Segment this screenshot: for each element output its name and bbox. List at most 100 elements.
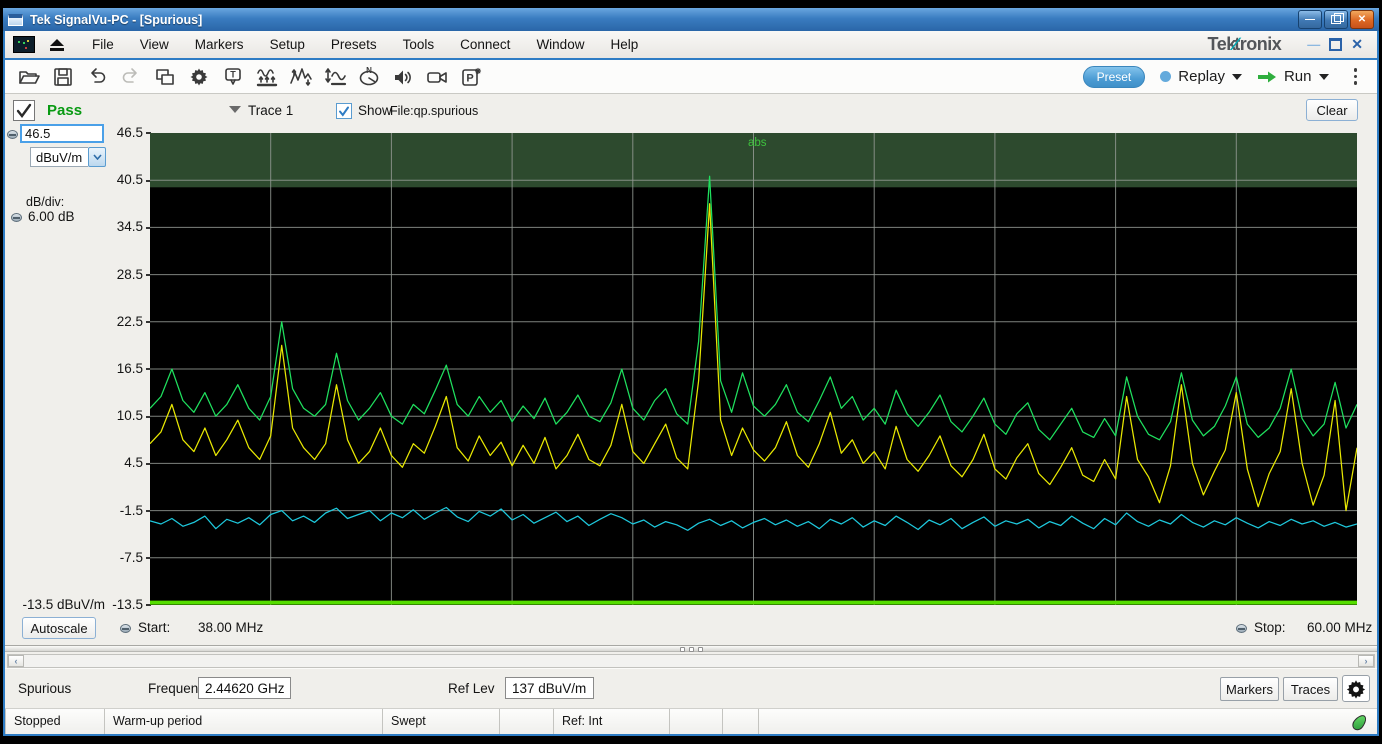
measurement-display: Pass Trace 1 Show File:qp.spurious Clear… (5, 94, 1377, 668)
menu-item-view[interactable]: View (127, 37, 182, 52)
toolbar: T N P Preset Replay (5, 60, 1377, 94)
menu-item-window[interactable]: Window (523, 37, 597, 52)
run-caret-icon[interactable] (1319, 74, 1329, 80)
replay-caret-icon[interactable] (1232, 74, 1242, 80)
trace-search-icon[interactable] (285, 63, 316, 91)
stop-freq-knob-icon[interactable] (1236, 624, 1247, 633)
trace-file-label: File:qp.spurious (390, 104, 478, 118)
run-arrow-icon (1257, 70, 1277, 84)
menu-item-help[interactable]: Help (597, 37, 651, 52)
splitter-grip[interactable] (669, 647, 713, 651)
stop-freq-label: Stop: (1254, 620, 1286, 635)
windows-icon[interactable] (149, 63, 180, 91)
y-tick-label: 16.5 (97, 361, 151, 377)
brand-left: Tek (1208, 34, 1236, 55)
clear-button[interactable]: Clear (1306, 99, 1358, 121)
y-tick-label: 4.5 (97, 455, 151, 471)
analysis-gauge-icon[interactable]: N (353, 63, 384, 91)
app-display-icon[interactable] (13, 36, 35, 53)
restore-button[interactable] (1324, 10, 1348, 29)
mdi-close-button[interactable]: ✕ (1351, 36, 1363, 53)
spectrum-plot[interactable]: abs (150, 133, 1357, 605)
mdi-minimize-button[interactable]: — (1307, 37, 1320, 52)
status-cells: StoppedWarm-up periodSweptRef: Int (5, 709, 759, 735)
db-per-div-value[interactable]: 6.00 dB (28, 209, 75, 224)
traces-button[interactable]: Traces (1283, 677, 1338, 701)
open-icon[interactable] (13, 63, 44, 91)
ref-lev-input[interactable] (505, 677, 594, 699)
marker-tag-icon[interactable]: T (217, 63, 248, 91)
db-per-div-knob-icon[interactable] (11, 213, 22, 222)
app-window-icon (8, 14, 23, 26)
replay-control[interactable]: Replay (1160, 68, 1242, 85)
amplitude-icon[interactable] (319, 63, 350, 91)
gear-icon (1345, 678, 1367, 700)
stop-freq-value[interactable]: 60.00 MHz (1307, 620, 1372, 635)
status-cell-2: Swept (383, 709, 500, 735)
menu-item-setup[interactable]: Setup (257, 37, 318, 52)
title-bar[interactable]: Tek SignalVu-PC - [Spurious] — ✕ (3, 8, 1379, 31)
status-cell-0: Stopped (5, 709, 105, 735)
bottom-level-label: -13.5 dBuV/m (5, 597, 105, 612)
trace-selector-label[interactable]: Trace 1 (248, 103, 293, 118)
eject-icon[interactable] (49, 39, 65, 51)
video-capture-icon[interactable] (421, 63, 452, 91)
start-freq-value[interactable]: 38.00 MHz (198, 620, 263, 635)
y-axis-labels: 46.540.534.528.522.516.510.54.5-1.5-7.5-… (97, 133, 151, 605)
settings-button[interactable] (1342, 675, 1370, 702)
run-control[interactable]: Run (1257, 68, 1329, 85)
unit-value: dBuV/m (30, 147, 88, 167)
scroll-left-button[interactable]: ‹ (8, 655, 24, 667)
menu-bar: FileViewMarkersSetupPresetsToolsConnectW… (3, 31, 1379, 60)
scroll-right-button[interactable]: › (1358, 655, 1374, 667)
settings-gear-icon[interactable] (183, 63, 214, 91)
frequency-input[interactable] (198, 677, 291, 699)
scroll-track[interactable] (24, 655, 1358, 667)
preset-button[interactable]: Preset (1083, 66, 1146, 88)
close-button[interactable]: ✕ (1350, 10, 1374, 29)
status-cell-3 (500, 709, 554, 735)
unit-dropdown[interactable]: dBuV/m (30, 147, 106, 167)
pass-status-label: Pass (47, 102, 82, 119)
status-bar: StoppedWarm-up periodSweptRef: Int (5, 708, 1377, 735)
start-freq-label: Start: (138, 620, 170, 635)
splitter-bar[interactable] (5, 645, 1377, 652)
save-icon[interactable] (47, 63, 78, 91)
replay-label: Replay (1178, 68, 1225, 85)
pass-checkbox[interactable] (13, 100, 35, 121)
y-tick-label: -1.5 (97, 503, 151, 519)
mdi-restore-button[interactable] (1329, 38, 1342, 51)
trace-dropdown-caret-icon[interactable] (229, 106, 241, 113)
show-checkbox[interactable] (336, 103, 352, 119)
menu-item-connect[interactable]: Connect (447, 37, 523, 52)
menu-items: FileViewMarkersSetupPresetsToolsConnectW… (79, 37, 651, 52)
measurement-name-label: Spurious (18, 681, 71, 696)
horizontal-scrollbar[interactable]: ‹ › (7, 654, 1375, 668)
svg-text:abs: abs (748, 137, 767, 149)
audio-icon[interactable] (387, 63, 418, 91)
undo-icon[interactable] (81, 63, 112, 91)
preset-plus-icon[interactable]: P (455, 63, 486, 91)
markers-button[interactable]: Markers (1220, 677, 1279, 701)
redo-icon[interactable] (115, 63, 146, 91)
menu-item-file[interactable]: File (79, 37, 127, 52)
ref-level-input[interactable] (20, 124, 104, 143)
db-per-div-label: dB/div: (26, 195, 64, 209)
menu-item-presets[interactable]: Presets (318, 37, 390, 52)
y-tick-label: 34.5 (97, 219, 151, 235)
ref-level-knob-icon[interactable] (7, 130, 18, 139)
x-axis-row: Start: 38.00 MHz Stop: 60.00 MHz (5, 618, 1377, 640)
replay-dot-icon (1160, 71, 1171, 82)
start-freq-knob-icon[interactable] (120, 624, 131, 633)
more-options-icon[interactable] (1348, 68, 1364, 85)
window-title: Tek SignalVu-PC - [Spurious] (30, 13, 202, 27)
menu-item-tools[interactable]: Tools (390, 37, 448, 52)
menu-item-markers[interactable]: Markers (182, 37, 257, 52)
spectrum-chart[interactable]: abs (150, 133, 1357, 605)
ref-lev-label: Ref Lev (448, 681, 495, 696)
minimize-button[interactable]: — (1298, 10, 1322, 29)
brand-logo: Tek∕tronix (1208, 34, 1282, 55)
spectrum-markers-icon[interactable] (251, 63, 282, 91)
status-cell-1: Warm-up period (105, 709, 383, 735)
eco-leaf-icon (1350, 712, 1369, 732)
